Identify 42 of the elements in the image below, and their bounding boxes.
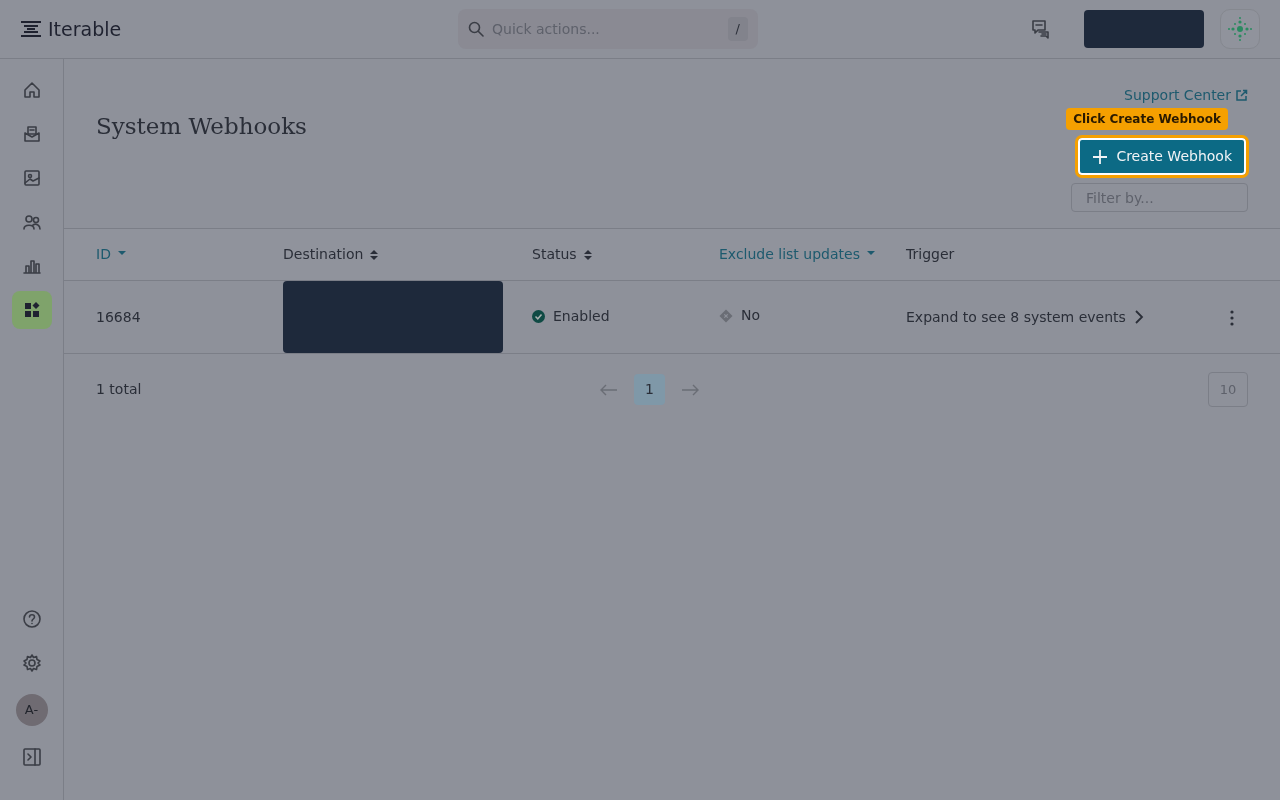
page-title: System Webhooks [96,113,307,141]
home-icon [21,80,42,100]
create-webhook-button[interactable]: Create Webhook [1078,138,1246,175]
more-icon [1230,309,1234,326]
search-icon [468,21,484,37]
dots-icon [1227,16,1253,42]
sort-icon [369,248,380,261]
logo-icon [20,21,42,37]
total-count: 1 total [96,380,143,399]
chat-button[interactable] [1030,18,1052,40]
sort-icon [582,248,593,261]
check-circle-icon [532,309,545,323]
page-button[interactable]: 1 [634,374,665,405]
column-header[interactable]: Trigger [906,244,955,265]
users-icon [21,212,42,232]
column-header[interactable]: Destination [283,244,380,265]
sidebar-item[interactable] [11,291,52,329]
diamond-x-icon [719,308,733,323]
app-switcher-button[interactable] [1220,9,1260,49]
avatar[interactable]: A- [15,694,48,726]
settings-icon [21,653,42,673]
shortcut-key: / [727,17,748,41]
external-link-icon [1235,89,1248,102]
column-header[interactable]: Exclude list updates [719,244,876,265]
logo-text: Iterable [48,16,122,42]
arrow-right-icon [681,383,699,396]
column-header[interactable]: Status [532,244,593,265]
exclude-label: No [719,305,761,327]
help-icon [21,609,42,629]
envelope-icon [21,124,42,144]
arrow-left-icon [600,383,618,396]
status-label: Enabled [532,305,610,327]
support-center-link[interactable]: Support Center [1124,85,1248,106]
expand-trigger-button[interactable]: Expand to see 8 system events [906,306,1144,328]
column-header[interactable]: ID [96,244,127,265]
sidebar-toggle-icon [21,747,42,767]
table-cell: 16684 [96,308,141,325]
chat-icon [1030,18,1052,40]
plus-icon [1092,148,1109,165]
image-icon [21,168,42,188]
tooltip: Click Create Webhook [1066,108,1228,130]
chevron-right-icon [1133,310,1144,324]
